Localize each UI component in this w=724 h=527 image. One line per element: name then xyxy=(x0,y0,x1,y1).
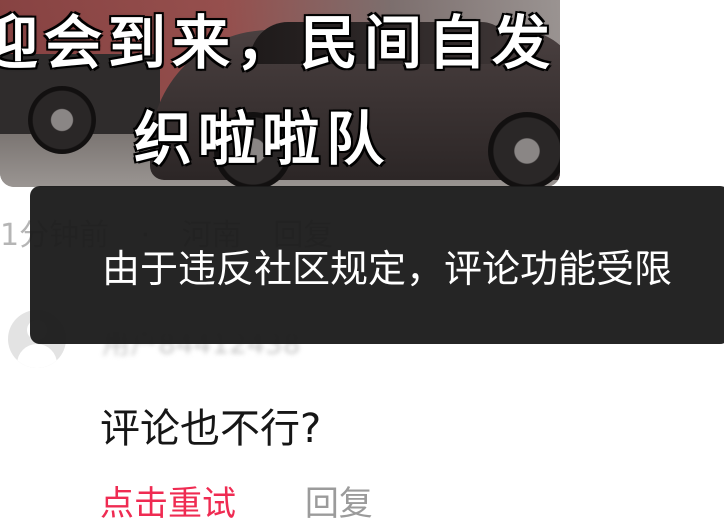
video-caption-line2: 织啦啦队 xyxy=(134,105,391,173)
video-thumbnail[interactable]: 迎会到来，民间自发 织啦啦队 xyxy=(0,0,560,187)
reply-button[interactable]: 回复 xyxy=(305,484,373,524)
truck-wheel xyxy=(28,86,96,154)
avatar-body xyxy=(17,344,57,368)
comment-text: 评论也不行? xyxy=(100,406,322,452)
toast-notification: 由于违反社区规定，评论功能受限 xyxy=(30,186,724,344)
toast-message: 由于违反社区规定，评论功能受限 xyxy=(102,247,673,291)
car-wheel-rear xyxy=(488,112,560,187)
retry-button[interactable]: 点击重试 xyxy=(100,484,236,524)
comment-actions: 点击重试 回复 xyxy=(100,476,373,525)
comment-page: 迎会到来，民间自发 织啦啦队 1分钟前 · 河南 回复 用户84412438 评… xyxy=(0,0,724,527)
video-caption-line1: 迎会到来，民间自发 xyxy=(0,9,557,77)
